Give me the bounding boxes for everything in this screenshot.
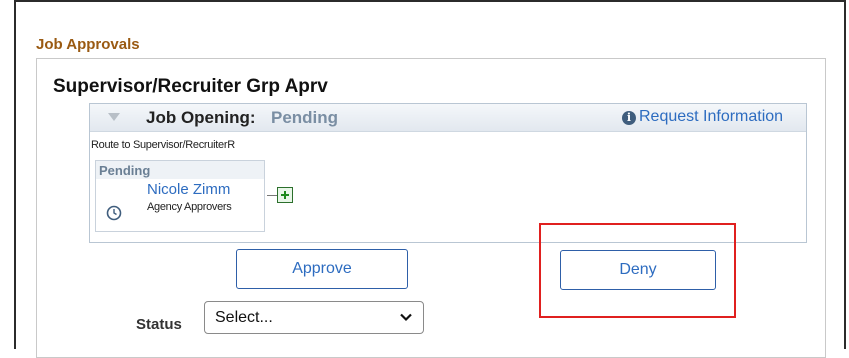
connector-line xyxy=(267,195,277,196)
status-select-value: Select... xyxy=(215,309,273,326)
plus-square-icon[interactable] xyxy=(277,187,293,203)
chevron-down-icon xyxy=(400,313,412,322)
approve-button[interactable]: Approve xyxy=(236,249,408,289)
deny-highlight-box xyxy=(539,223,736,318)
section-title: Job Approvals xyxy=(36,36,140,53)
stage-status: Pending xyxy=(271,108,339,127)
request-information-link[interactable]: Request Information xyxy=(639,108,783,126)
approver-name-link[interactable]: Nicole Zimm xyxy=(147,181,230,198)
approver-role: Agency Approvers xyxy=(147,201,232,213)
info-circle-icon[interactable]: i xyxy=(622,111,636,125)
route-text: Route to Supervisor/RecruiterR xyxy=(91,139,235,151)
approver-status: Pending xyxy=(99,163,151,178)
status-label: Status xyxy=(136,316,182,333)
clock-icon xyxy=(106,205,122,221)
stage-label: Job Opening: xyxy=(146,108,256,127)
triangle-down-icon[interactable] xyxy=(108,113,120,121)
approval-group-title: Supervisor/Recruiter Grp Aprv xyxy=(53,76,328,97)
